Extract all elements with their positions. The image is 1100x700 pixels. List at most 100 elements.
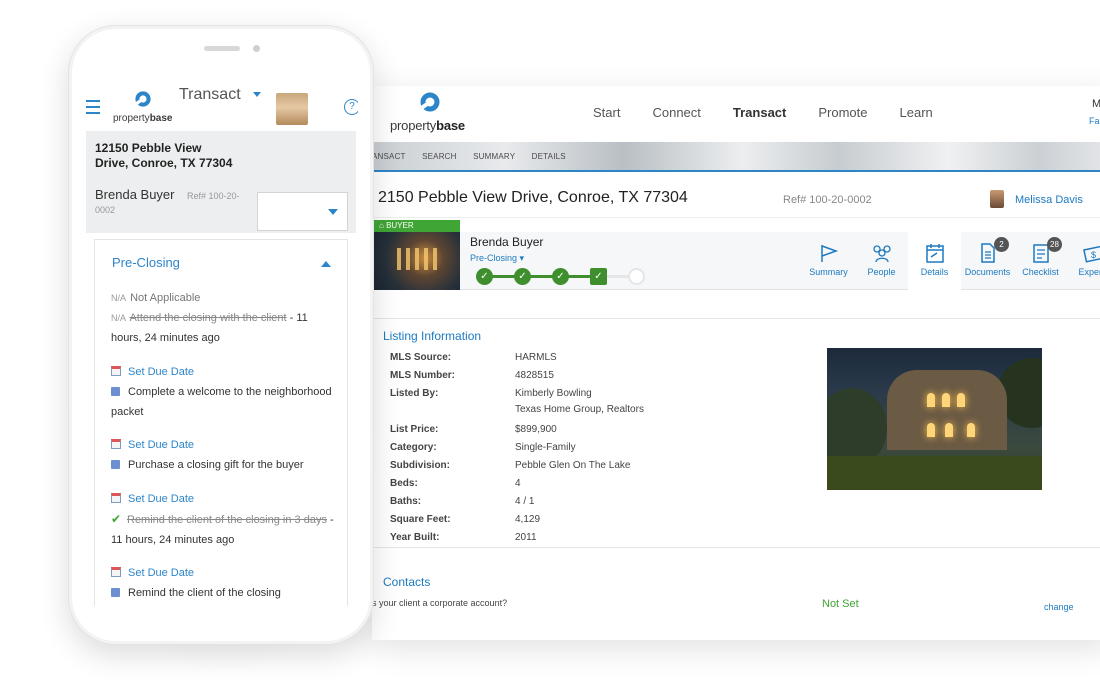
dollar-icon: $ — [1082, 245, 1100, 263]
page-title: 2150 Pebble View Drive, Conroe, TX 77304 — [378, 189, 688, 206]
listing-section-title[interactable]: Listing Information — [383, 329, 481, 343]
listing-row-mls-source: MLS Source: HARMLS — [390, 352, 557, 363]
documents-count-badge: 2 — [994, 237, 1009, 252]
listing-row-mls-number: MLS Number: 4828515 — [390, 370, 554, 381]
progress-step-4: ✓ — [590, 268, 607, 285]
tab-people[interactable]: People — [855, 232, 908, 290]
photo-window — [927, 423, 935, 437]
chevron-up-icon[interactable] — [321, 261, 331, 267]
listing-photo[interactable] — [827, 348, 1042, 490]
breadcrumb-bar: ANSACT SEARCH SUMMARY DETAILS — [372, 142, 1100, 172]
mobile-app-screen: propertybase Transact ? 12150 Pebble Vie… — [86, 86, 358, 606]
mobile-header: propertybase Transact ? — [86, 86, 358, 131]
propertybase-logo-icon — [135, 91, 151, 107]
photo-lawn — [827, 456, 1042, 490]
chevron-down-icon[interactable] — [253, 92, 261, 97]
deal-address: 12150 Pebble View Drive, Conroe, TX 7730… — [95, 141, 233, 170]
reference-number: Ref# 100-20-0002 — [95, 191, 240, 215]
checkbox[interactable] — [111, 387, 120, 396]
avatar[interactable] — [276, 93, 308, 125]
agent-avatar — [990, 190, 1004, 208]
nav-learn[interactable]: Learn — [900, 105, 933, 120]
nav-start[interactable]: Start — [593, 105, 620, 120]
agent-link[interactable]: Melissa Davis — [1015, 194, 1083, 206]
people-icon — [872, 245, 891, 263]
detail-tabs: Summary People Details 2 Documents 28 Ch… — [802, 232, 1100, 290]
listing-row-list-price: List Price: $899,900 — [390, 424, 557, 435]
listing-row-category: Category: Single-Family — [390, 442, 576, 453]
section-divider — [372, 547, 1100, 548]
transaction-title-bar: 2150 Pebble View Drive, Conroe, TX 77304… — [372, 174, 1100, 218]
calendar-icon — [111, 439, 121, 449]
main-nav: Start Connect Transact Promote Learn — [593, 105, 965, 120]
user-menu-name[interactable]: M — [1092, 98, 1100, 110]
listing-row-year-built: Year Built: 2011 — [390, 532, 537, 543]
listing-row-square-feet: Square Feet: 4,129 — [390, 514, 541, 525]
progress-step-1: ✓ — [476, 268, 493, 285]
photo-window — [945, 423, 953, 437]
tab-details[interactable]: Details — [908, 232, 961, 290]
propertybase-logo-icon — [420, 92, 440, 112]
listing-row-subdivision: Subdivision: Pebble Glen On The Lake — [390, 460, 631, 471]
checklist-panel: Pre-Closing N/A Not Applicable N/A Atten… — [94, 239, 348, 606]
not-applicable-icon: N/A — [111, 293, 127, 303]
corporate-account-value: Not Set — [822, 598, 859, 610]
nav-transact[interactable]: Transact — [733, 105, 786, 120]
breadcrumb: ANSACT SEARCH SUMMARY DETAILS — [372, 152, 580, 161]
progress-step-3: ✓ — [552, 268, 569, 285]
nav-promote[interactable]: Promote — [818, 105, 867, 120]
app-switcher[interactable]: Transact — [179, 86, 241, 104]
photo-window — [942, 393, 950, 407]
listing-row-beds: Beds: 4 — [390, 478, 521, 489]
stage-progress: ✓ ✓ ✓ ✓ — [476, 267, 646, 285]
user-menu-link[interactable]: Fa — [1089, 116, 1100, 126]
set-due-date-link[interactable]: Set Due Date — [128, 439, 194, 451]
stage-dropdown[interactable]: Pre-Closing ▾ — [470, 253, 524, 264]
checklist-item-completed: Set Due Date ✔ Remind the client of the c… — [111, 493, 334, 546]
crumb-details[interactable]: DETAILS — [532, 152, 566, 161]
set-due-date-link[interactable]: Set Due Date — [128, 366, 194, 378]
corporate-account-question: s your client a corporate account? — [372, 598, 508, 608]
crumb-search[interactable]: SEARCH — [422, 152, 457, 161]
logo-wordmark: propertybase — [390, 118, 465, 133]
crumb-summary[interactable]: SUMMARY — [473, 152, 515, 161]
checklist-count-badge: 28 — [1047, 237, 1062, 252]
calendar-icon — [111, 567, 121, 577]
set-due-date-link[interactable]: Set Due Date — [128, 567, 194, 579]
propertybase-logo[interactable]: propertybase — [113, 91, 183, 127]
buyer-name: Brenda Buyer — [470, 235, 544, 249]
contacts-section-title[interactable]: Contacts — [383, 575, 430, 589]
checklist-item: Set Due Date Purchase a closing gift for… — [111, 435, 337, 475]
checkbox[interactable] — [111, 588, 120, 597]
progress-step-2: ✓ — [514, 268, 531, 285]
stage-select[interactable] — [257, 192, 348, 231]
help-icon[interactable]: ? — [344, 99, 358, 115]
tab-documents[interactable]: 2 Documents — [961, 232, 1014, 290]
tab-checklist[interactable]: 28 Checklist — [1014, 232, 1067, 290]
calendar-icon — [111, 493, 121, 503]
set-due-date-link[interactable]: Set Due Date — [128, 493, 194, 505]
progress-step-5 — [628, 268, 645, 285]
panel-title[interactable]: Pre-Closing — [112, 255, 180, 270]
calendar-icon — [925, 244, 944, 263]
checkmark-icon[interactable]: ✔ — [111, 509, 125, 529]
progress-line — [484, 275, 602, 278]
hamburger-menu-icon[interactable] — [86, 100, 100, 116]
tab-summary[interactable]: Summary — [802, 232, 855, 290]
checkbox[interactable] — [111, 460, 120, 469]
phone-camera — [253, 45, 260, 52]
propertybase-logo[interactable]: propertybase — [390, 92, 480, 138]
reference-number: Ref# 100-20-0002 — [783, 194, 872, 206]
section-divider — [372, 318, 1100, 319]
tab-expenses[interactable]: $ Expens — [1067, 232, 1100, 290]
change-link[interactable]: change — [1044, 602, 1074, 612]
desktop-app-window: propertybase Start Connect Transact Prom… — [372, 86, 1100, 640]
listing-row-baths: Baths: 4 / 1 — [390, 496, 535, 507]
svg-text:$: $ — [1091, 250, 1096, 260]
not-applicable-icon: N/A — [111, 313, 127, 323]
calendar-icon — [111, 366, 121, 376]
mobile-phone-frame: propertybase Transact ? 12150 Pebble Vie… — [68, 25, 374, 645]
logo-wordmark: propertybase — [113, 113, 173, 124]
listing-info-table: MLS Source: HARMLS MLS Number: 4828515 Lis… — [390, 349, 730, 547]
nav-connect[interactable]: Connect — [652, 105, 700, 120]
